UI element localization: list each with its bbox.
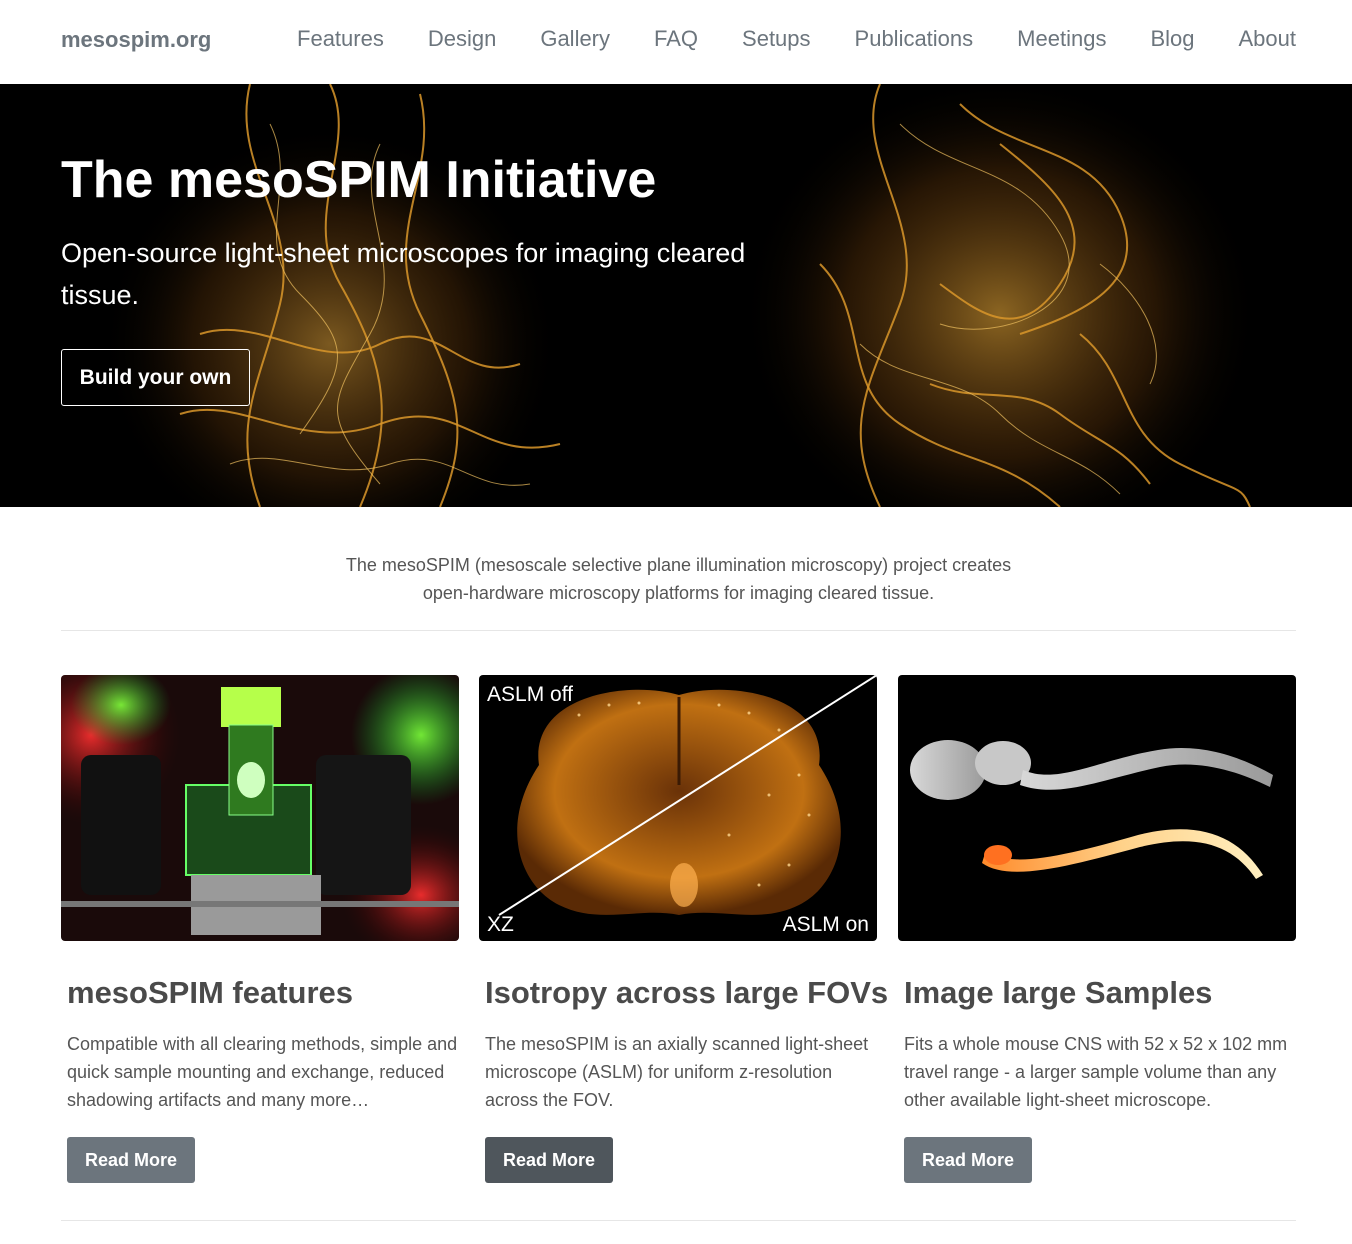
aslm-off-label: ASLM off: [487, 683, 573, 706]
read-more-button[interactable]: Read More: [904, 1137, 1032, 1183]
nav-menu: Features Design Gallery FAQ Setups Publi…: [253, 26, 1296, 52]
read-more-button[interactable]: Read More: [67, 1137, 195, 1183]
aslm-on-label: ASLM on: [783, 913, 869, 936]
nav-item-about[interactable]: About: [1239, 26, 1297, 52]
xz-label: XZ: [487, 913, 514, 936]
intro-text: The mesoSPIM (mesoscale selective plane …: [61, 551, 1296, 607]
card-description: The mesoSPIM is an axially scanned light…: [485, 1034, 869, 1110]
nav-item-publications[interactable]: Publications: [855, 26, 974, 52]
feature-card-isotropy: ASLM off XZ ASLM on Isotropy across larg…: [479, 675, 888, 1183]
hero-subtitle: Open-source light-sheet microscopes for …: [61, 238, 746, 310]
card-description: Fits a whole mouse CNS with 52 x 52 x 10…: [904, 1034, 1288, 1110]
card-description: Compatible with all clearing methods, si…: [67, 1034, 458, 1110]
mouse-cns-render-image: [898, 675, 1296, 941]
feature-card-features: mesoSPIM features Compatible with all cl…: [61, 675, 459, 1183]
nav-item-gallery[interactable]: Gallery: [540, 26, 610, 52]
build-your-own-button[interactable]: Build your own: [61, 349, 250, 406]
microscope-photo: [61, 675, 459, 941]
nav-item-setups[interactable]: Setups: [742, 26, 811, 52]
top-navbar: mesospim.org Features Design Gallery FAQ…: [0, 0, 1352, 84]
nav-item-features[interactable]: Features: [297, 26, 384, 52]
hero-banner: The mesoSPIM Initiative Open-source ligh…: [0, 84, 1352, 507]
brain-section-image: ASLM off XZ ASLM on: [479, 675, 877, 941]
read-more-button[interactable]: Read More: [485, 1137, 613, 1183]
section-divider-bottom: [61, 1220, 1296, 1221]
brand-link[interactable]: mesospim.org: [61, 27, 211, 53]
intro-line-2: open-hardware microscopy platforms for i…: [422, 583, 935, 603]
card-title: Image large Samples: [904, 975, 1213, 1010]
nav-item-design[interactable]: Design: [428, 26, 496, 52]
card-title: mesoSPIM features: [67, 975, 353, 1010]
hero-title: The mesoSPIM Initiative: [61, 151, 657, 209]
card-title: Isotropy across large FOVs: [485, 975, 889, 1010]
nav-item-meetings[interactable]: Meetings: [1017, 26, 1106, 52]
feature-card-large-samples: Image large Samples Fits a whole mouse C…: [898, 675, 1296, 1183]
nav-item-faq[interactable]: FAQ: [654, 26, 698, 52]
intro-line-1: The mesoSPIM (mesoscale selective plane …: [345, 555, 1012, 575]
section-divider: [61, 630, 1296, 631]
nav-item-blog[interactable]: Blog: [1150, 26, 1194, 52]
